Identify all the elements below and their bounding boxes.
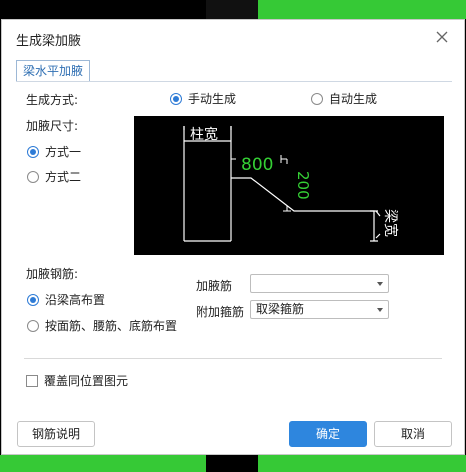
overwrite-label: 覆盖同位置图元: [44, 374, 129, 388]
chevron-down-icon: [377, 308, 383, 312]
cancel-button[interactable]: 取消: [374, 421, 452, 447]
divider: [24, 358, 442, 359]
rebar-option1-radio[interactable]: 沿梁高布置: [27, 291, 105, 308]
manual-generate-radio[interactable]: 手动生成: [170, 90, 236, 107]
stirrup-select[interactable]: 取梁箍筋: [250, 300, 389, 319]
background-strip: [206, 0, 258, 19]
haunch-rebar-label: 加腋筋: [196, 279, 233, 293]
auto-generate-radio[interactable]: 自动生成: [311, 90, 377, 107]
background-strip: [258, 455, 466, 472]
size-option2-label: 方式二: [45, 170, 82, 184]
radio-unselected-icon: [27, 319, 39, 332]
background-strip: [0, 455, 206, 472]
dialog: 生成梁加腋 梁水平加腋 生成方式: 手动生成 自动生成 加腋尺寸: 方式一 方式…: [1, 19, 465, 455]
size-option2-radio[interactable]: 方式二: [27, 168, 81, 185]
radio-unselected-icon: [311, 92, 323, 105]
generation-method-label: 生成方式:: [26, 93, 79, 107]
rebar-option2-label: 按面筋、腰筋、底筋布置: [45, 319, 178, 333]
checkbox-icon: [26, 374, 38, 387]
radio-unselected-icon: [27, 170, 39, 183]
stirrup-value: 取梁箍筋: [256, 302, 305, 316]
auto-generate-label: 自动生成: [329, 92, 378, 106]
ok-button[interactable]: 确定: [289, 421, 367, 447]
radio-selected-icon: [27, 293, 39, 306]
diagram-column-width-text: 柱宽: [190, 126, 218, 143]
tab-beam-horizontal-haunch[interactable]: 梁水平加腋: [16, 60, 91, 81]
diagram-dim-vertical-text: 200: [294, 171, 312, 200]
haunch-size-label: 加腋尺寸:: [26, 119, 79, 133]
background-strip: [258, 0, 466, 19]
haunch-diagram: 柱宽 800 200 梁宽: [134, 116, 444, 255]
rebar-option2-radio[interactable]: 按面筋、腰筋、底筋布置: [27, 317, 177, 334]
manual-generate-label: 手动生成: [188, 92, 237, 106]
overwrite-checkbox[interactable]: 覆盖同位置图元: [26, 372, 128, 389]
radio-selected-icon: [27, 145, 39, 158]
chevron-down-icon: [377, 282, 383, 286]
stirrup-label: 附加箍筋: [196, 305, 245, 319]
radio-selected-icon: [170, 92, 182, 105]
dialog-title: 生成梁加腋: [16, 34, 82, 49]
diagram-dim-horizontal-text: 800: [241, 155, 273, 175]
rebar-help-button[interactable]: 钢筋说明: [17, 421, 95, 447]
size-option1-radio[interactable]: 方式一: [27, 143, 81, 160]
size-option1-label: 方式一: [45, 145, 82, 159]
diagram-beam-width-text: 梁宽: [382, 209, 399, 237]
haunch-rebar-select[interactable]: [250, 274, 389, 293]
close-icon[interactable]: [434, 29, 450, 45]
haunch-rebar-section-label: 加腋钢筋:: [26, 267, 79, 281]
rebar-option1-label: 沿梁高布置: [45, 293, 106, 307]
